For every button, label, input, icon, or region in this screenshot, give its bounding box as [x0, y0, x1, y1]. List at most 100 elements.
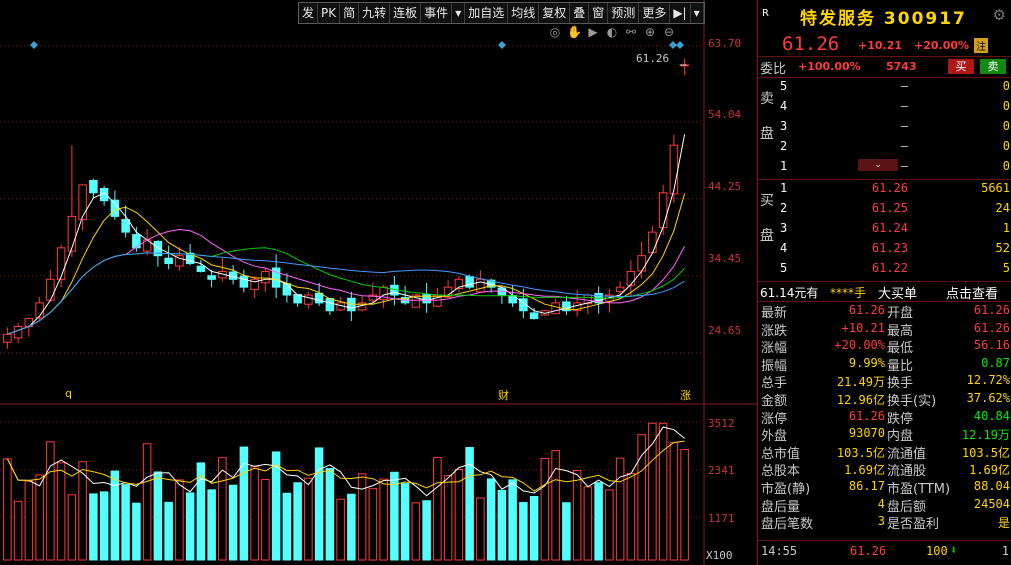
- view-tool-5-icon[interactable]: ⊕: [643, 25, 657, 39]
- book-price: –: [900, 139, 908, 153]
- last-price: 61.26: [782, 33, 840, 55]
- stat-label: 开盘: [887, 306, 914, 321]
- toolbar-item-12[interactable]: 预测: [608, 3, 640, 23]
- stat-label: 最高: [887, 323, 914, 339]
- kline-chart[interactable]: [0, 0, 757, 565]
- book-vol: 5661: [981, 181, 1010, 195]
- toolbar-item-2[interactable]: 简: [340, 3, 360, 23]
- volume-bar: [121, 484, 130, 561]
- stat-label: 振幅: [761, 358, 788, 374]
- marker-q[interactable]: q: [65, 387, 72, 400]
- stat-label: 最低: [887, 341, 914, 357]
- tick-row: 14:55 61.26 100 ⬇ 1: [758, 540, 1011, 561]
- toolbar-item-3[interactable]: 九转: [359, 3, 391, 23]
- weicha-value: 5743: [886, 60, 917, 73]
- view-tool-0-icon[interactable]: ◎: [548, 25, 562, 39]
- book-lv: 4: [780, 99, 788, 113]
- candle-body: [476, 278, 485, 293]
- big-order-view-link[interactable]: 点击查看: [946, 283, 998, 302]
- toolbar-item-10[interactable]: 叠: [570, 3, 590, 23]
- stat-label: 换手(实): [887, 393, 937, 409]
- kline-chart-pane[interactable]: 发 PK 简九转 连板 事件 ▾ 加自选 均线 复权叠窗预测 更多 ▶| ▾ ◎ ✋ ▶ ◐ ⚯ ⊕ ⊖ 61.2…: [0, 0, 757, 565]
- candle-body: [529, 312, 539, 320]
- view-tool-4-icon[interactable]: ⚯: [624, 25, 638, 39]
- volume-bar: [336, 498, 345, 561]
- candle-body: [121, 218, 130, 233]
- book-price: 61.26: [871, 181, 908, 195]
- toolbar-item-8[interactable]: 均线: [508, 3, 540, 23]
- stat-label: 换手: [887, 376, 914, 392]
- stat-label: 涨跌: [761, 323, 788, 339]
- sell-book-row[interactable]: 4 – 0: [780, 99, 1010, 119]
- toolbar-item-6[interactable]: ▾: [452, 3, 466, 23]
- marker-cai[interactable]: 财: [498, 387, 509, 403]
- volume-bar: [228, 484, 238, 561]
- sell-book-row[interactable]: 5 – 0: [780, 79, 1010, 99]
- toolbar-item-9[interactable]: 复权: [539, 3, 571, 23]
- big-order-price: 61.14元有: [760, 286, 819, 300]
- candle-body: [648, 231, 657, 254]
- toolbar-item-5[interactable]: 事件: [421, 3, 453, 23]
- toolbar-item-14[interactable]: ▶|: [670, 3, 691, 23]
- price-axis-label-4: 24.65: [708, 324, 742, 337]
- registration-badge[interactable]: 注: [974, 38, 988, 53]
- buy-book-row[interactable]: 1 61.26 5661: [780, 181, 1010, 201]
- volume-bar: [637, 434, 646, 561]
- sell-button[interactable]: 卖: [980, 59, 1006, 74]
- volume-bar: [99, 491, 109, 561]
- buy-book-row[interactable]: 3 61.24 1: [780, 221, 1010, 241]
- gear-icon[interactable]: ⚙: [993, 6, 1006, 24]
- book-price: –: [900, 159, 908, 173]
- view-tools: ◎ ✋ ▶ ◐ ⚯ ⊕ ⊖: [548, 25, 676, 39]
- view-tool-1-icon[interactable]: ✋: [567, 25, 582, 39]
- volume-bar: [400, 483, 410, 561]
- sell-book-row[interactable]: 2 – 0: [780, 139, 1010, 159]
- tick-price: 61.26: [850, 544, 887, 558]
- toolbar-item-7[interactable]: 加自选: [465, 3, 509, 23]
- toolbar-item-15[interactable]: ▾: [691, 3, 704, 23]
- candle-body: [261, 270, 270, 284]
- buy-book-row[interactable]: 4 61.23 52: [780, 241, 1010, 261]
- toolbar-item-11[interactable]: 窗: [589, 3, 609, 23]
- stat-value: 1.69亿: [969, 463, 1010, 478]
- volume-bar: [454, 469, 464, 561]
- stat-label: 总手: [761, 376, 788, 392]
- stat-row: 振幅 9.99% 量比 0.87: [758, 355, 1011, 374]
- candle-body: [13, 325, 23, 339]
- toolbar-item-0[interactable]: 发: [299, 3, 319, 23]
- marker-zhang[interactable]: 涨: [680, 387, 691, 403]
- volume-bar: [304, 477, 313, 561]
- price-axis-label-1: 54.04: [708, 108, 742, 121]
- candle-body: [658, 192, 668, 229]
- view-tool-6-icon[interactable]: ⊖: [662, 25, 676, 39]
- stat-row: 总市值 103.5亿 流通值 103.5亿: [758, 443, 1011, 462]
- current-price-label: 61.26: [636, 52, 670, 65]
- book-lv: 4: [780, 241, 788, 255]
- volume-bar: [562, 502, 571, 561]
- volume-bar: [433, 457, 442, 561]
- sell-book-row[interactable]: 1 – 0: [780, 159, 1010, 179]
- volume-bar: [13, 500, 23, 561]
- candle-body: [669, 144, 679, 195]
- toolbar-item-13[interactable]: 更多: [639, 3, 671, 23]
- candle-body: [615, 286, 625, 292]
- stat-row: 外盘 93070 内盘 12.19万: [758, 425, 1011, 444]
- stat-row: 盘后笔数 3 是否盈利 是: [758, 513, 1011, 532]
- candle-body: [282, 283, 292, 296]
- book-lv: 2: [780, 201, 788, 215]
- volume-bar: [583, 486, 593, 561]
- stat-label: 最新: [761, 306, 788, 321]
- stat-label: 市盈(静): [761, 481, 811, 497]
- view-tool-2-icon[interactable]: ▶: [586, 25, 600, 39]
- buy-book-row[interactable]: 2 61.25 24: [780, 201, 1010, 221]
- buy-button[interactable]: 买: [948, 59, 974, 74]
- stat-value: 1.69亿: [844, 463, 885, 478]
- book-lv: 5: [780, 261, 788, 275]
- view-tool-3-icon[interactable]: ◐: [605, 25, 619, 39]
- toolbar-item-4[interactable]: 连板: [390, 3, 422, 23]
- toolbar-item-1[interactable]: PK: [318, 3, 341, 23]
- buy-book-row[interactable]: 5 61.22 5: [780, 261, 1010, 281]
- volume-bar: [390, 471, 399, 561]
- big-order-info: 61.14元有 ****手 大买单 点击查看: [758, 282, 1011, 302]
- sell-book-row[interactable]: 3 – 0: [780, 119, 1010, 139]
